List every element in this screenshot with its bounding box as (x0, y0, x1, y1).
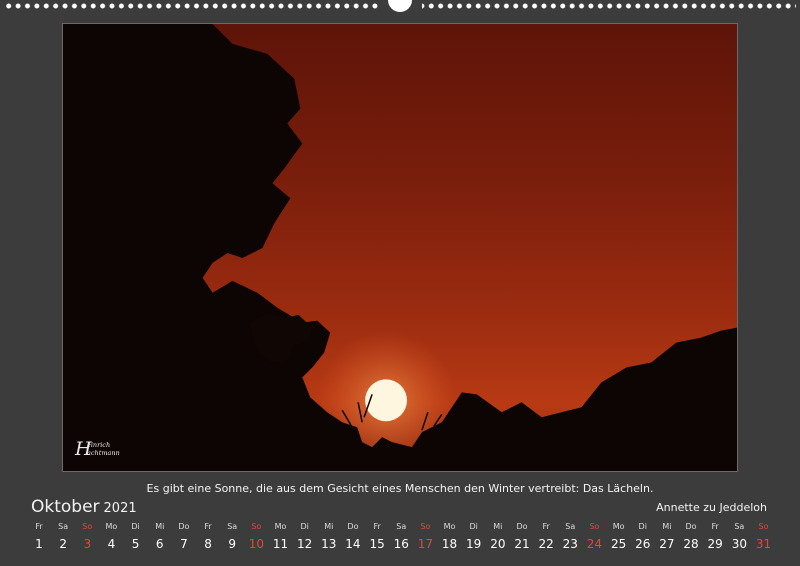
day-of-week-label: Do (178, 522, 190, 531)
day-of-week-label: Mi (662, 522, 672, 531)
day-number: 10 (248, 537, 264, 551)
month-name: Oktober (31, 497, 100, 517)
sunset-silhouette-image (63, 24, 737, 471)
day-of-week-label: So (251, 522, 262, 531)
day-of-week-label: Sa (396, 522, 407, 531)
day-number: 15 (369, 537, 385, 551)
day-number: 27 (659, 537, 675, 551)
day-of-week-label: Sa (227, 522, 238, 531)
photo-author: Annette zu Jeddeloh (656, 501, 767, 514)
day-number: 19 (466, 537, 482, 551)
day-of-week-label: So (420, 522, 431, 531)
day-of-week-label: Sa (734, 522, 745, 531)
day-number: 21 (514, 537, 530, 551)
day-number: 20 (490, 537, 506, 551)
day-number: 26 (635, 537, 651, 551)
day-number: 22 (538, 537, 554, 551)
day-of-week-label: Di (469, 522, 478, 531)
day-of-week-label: Di (300, 522, 309, 531)
day-of-week-label: Mo (612, 522, 625, 531)
day-number: 23 (562, 537, 578, 551)
day-number: 9 (228, 537, 236, 551)
day-number: 16 (393, 537, 409, 551)
day-of-week-label: So (758, 522, 769, 531)
day-number: 24 (586, 537, 603, 551)
day-of-week-label: Do (685, 522, 697, 531)
day-number: 5 (131, 537, 140, 551)
day-of-week-label: So (589, 522, 600, 531)
day-of-week-label: Fr (204, 522, 212, 531)
photographer-signature: H einrich achtmann (75, 440, 139, 462)
signature-line-1: einrich (87, 441, 111, 449)
day-number: 2 (59, 537, 67, 551)
day-number: 3 (83, 537, 92, 551)
day-number: 14 (345, 537, 361, 551)
day-number: 6 (155, 537, 164, 551)
day-of-week-label: Mi (493, 522, 503, 531)
day-number: 17 (417, 537, 434, 551)
day-number: 4 (107, 537, 116, 551)
spiral-binding (0, 0, 800, 14)
day-of-week-label: Do (347, 522, 359, 531)
day-number: 25 (610, 537, 627, 551)
day-number: 13 (321, 537, 337, 551)
day-of-week-label: Di (131, 522, 140, 531)
calendar-days-row: Fr 1 Sa 2 So 3 Mo 4 Di 5 Mi 6 Do 7 Fr 8 Sa 9 So 10 Mo 11 Di 12 M… (27, 522, 774, 556)
day-of-week-label: Mo (443, 522, 456, 531)
day-of-week-label: Mi (155, 522, 165, 531)
day-of-week-label: Do (516, 522, 528, 531)
day-number: 18 (441, 537, 458, 551)
day-of-week-label: Sa (565, 522, 576, 531)
photo-caption: Es gibt eine Sonne, die aus dem Gesicht … (146, 482, 654, 495)
day-number: 8 (204, 537, 212, 551)
sun-disc (365, 379, 407, 422)
day-number: 29 (707, 537, 723, 551)
day-of-week-label: Di (638, 522, 647, 531)
day-of-week-label: Mo (274, 522, 287, 531)
day-of-week-label: Fr (542, 522, 550, 531)
day-of-week-label: Mi (324, 522, 334, 531)
day-number: 12 (297, 537, 313, 551)
day-of-week-label: Fr (373, 522, 381, 531)
day-number: 7 (180, 537, 188, 551)
day-of-week-label: Fr (35, 522, 43, 531)
month-title: Oktober 2021 (31, 497, 137, 517)
day-of-week-label: So (82, 522, 93, 531)
day-number: 11 (272, 537, 289, 551)
day-of-week-label: Mo (105, 522, 118, 531)
day-number: 1 (35, 537, 43, 551)
day-number: 30 (731, 537, 747, 551)
day-of-week-label: Fr (711, 522, 719, 531)
calendar-photo: H einrich achtmann (62, 23, 738, 472)
day-of-week-label: Sa (58, 522, 69, 531)
day-number: 31 (755, 537, 772, 551)
month-year: 2021 (103, 501, 137, 516)
signature-line-2: achtmann (87, 449, 120, 457)
day-number: 28 (683, 537, 699, 551)
